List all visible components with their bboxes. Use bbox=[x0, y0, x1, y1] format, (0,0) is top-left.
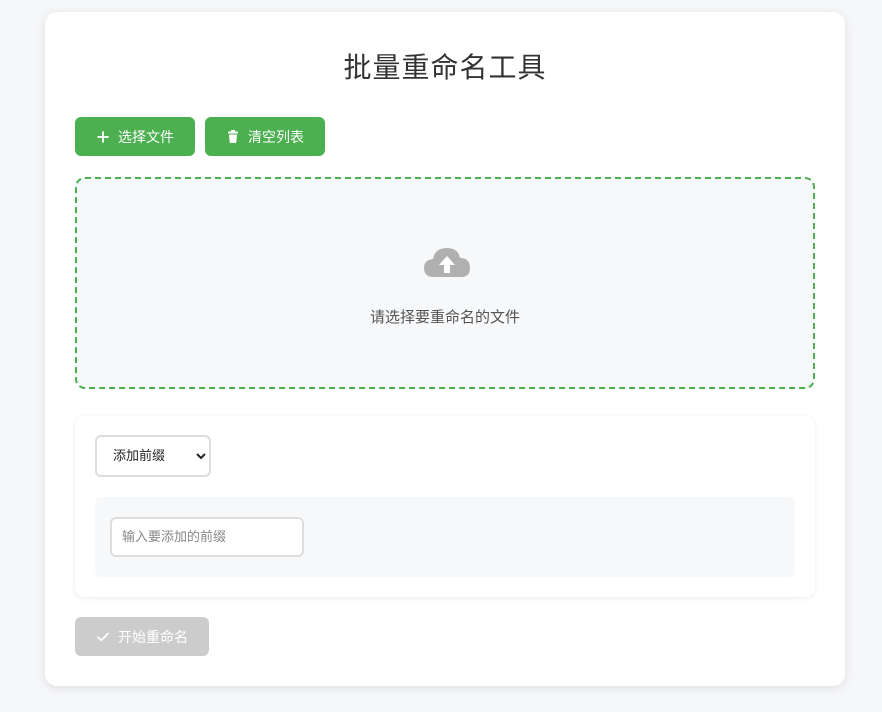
cloud-upload-icon bbox=[421, 243, 473, 283]
plus-icon bbox=[96, 130, 110, 144]
rename-options-panel: 添加前缀 bbox=[75, 416, 815, 597]
select-files-button[interactable]: 选择文件 bbox=[75, 117, 195, 156]
start-rename-button[interactable]: 开始重命名 bbox=[75, 617, 209, 656]
dropzone-text: 请选择要重命名的文件 bbox=[369, 308, 520, 326]
clear-list-button[interactable]: 清空列表 bbox=[205, 117, 325, 156]
select-files-label: 选择文件 bbox=[118, 129, 174, 146]
trash-icon bbox=[226, 130, 240, 144]
rename-mode-select[interactable]: 添加前缀 bbox=[95, 435, 211, 477]
file-dropzone[interactable]: 请选择要重命名的文件 bbox=[75, 177, 815, 389]
start-rename-label: 开始重命名 bbox=[118, 629, 188, 646]
clear-list-label: 清空列表 bbox=[248, 129, 304, 146]
page-title: 批量重命名工具 bbox=[343, 51, 547, 84]
mode-options-box bbox=[95, 497, 795, 577]
check-icon bbox=[96, 630, 110, 644]
main-card: 批量重命名工具 选择文件 清空列表 请选择要重命名的文件 添加前缀 输入要添加的… bbox=[45, 12, 845, 686]
prefix-input[interactable] bbox=[110, 517, 304, 557]
